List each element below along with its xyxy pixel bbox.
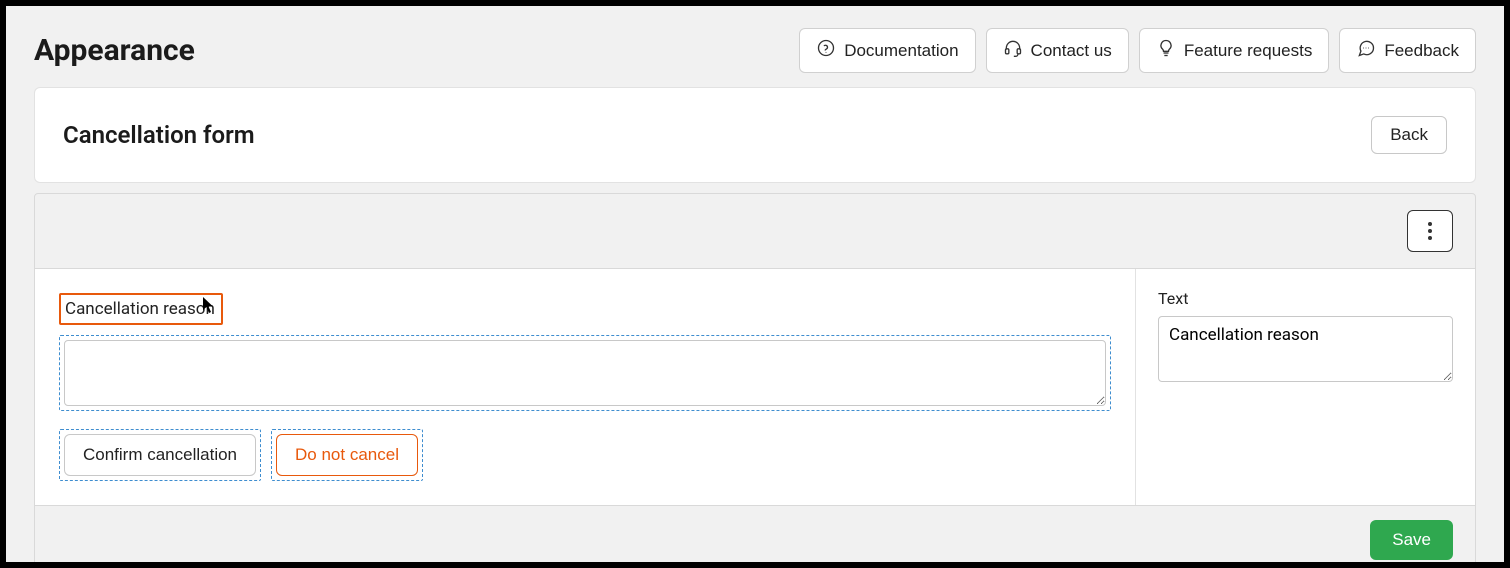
- panel-title: Cancellation form: [63, 121, 1371, 149]
- contact-label: Contact us: [1031, 41, 1112, 61]
- confirm-cancellation-block[interactable]: Confirm cancellation: [59, 429, 261, 481]
- feature-requests-label: Feature requests: [1184, 41, 1313, 61]
- topbar-actions: Documentation Contact us Feature request…: [799, 28, 1476, 73]
- feedback-button[interactable]: Feedback: [1339, 28, 1476, 73]
- cancellation-reason-textarea[interactable]: [64, 340, 1106, 406]
- cancellation-reason-label-block[interactable]: Cancellation reason: [59, 293, 223, 325]
- inspector-panel: Text: [1135, 269, 1475, 505]
- lightbulb-icon: [1156, 38, 1176, 63]
- more-menu-button[interactable]: [1407, 210, 1453, 252]
- documentation-button[interactable]: Documentation: [799, 28, 975, 73]
- headset-icon: [1003, 38, 1023, 63]
- feature-requests-button[interactable]: Feature requests: [1139, 28, 1330, 73]
- editor-body: Cancellation reason Confirm cancellation…: [34, 193, 1476, 562]
- page-title: Appearance: [34, 33, 799, 68]
- confirm-cancellation-button[interactable]: Confirm cancellation: [64, 434, 256, 476]
- contact-button[interactable]: Contact us: [986, 28, 1129, 73]
- do-not-cancel-button[interactable]: Do not cancel: [276, 434, 418, 476]
- more-vertical-icon: [1428, 222, 1432, 240]
- inspector-text-label: Text: [1158, 289, 1453, 308]
- cancellation-reason-textarea-block[interactable]: [59, 335, 1111, 411]
- chat-icon: [1356, 38, 1376, 63]
- help-circle-icon: [816, 38, 836, 63]
- do-not-cancel-block[interactable]: Do not cancel: [271, 429, 423, 481]
- inspector-text-input[interactable]: [1158, 316, 1453, 382]
- back-button[interactable]: Back: [1371, 116, 1447, 154]
- save-button[interactable]: Save: [1370, 520, 1453, 560]
- feedback-label: Feedback: [1384, 41, 1459, 61]
- documentation-label: Documentation: [844, 41, 958, 61]
- panel-header: Cancellation form Back: [34, 87, 1476, 183]
- form-canvas: Cancellation reason Confirm cancellation…: [35, 269, 1135, 505]
